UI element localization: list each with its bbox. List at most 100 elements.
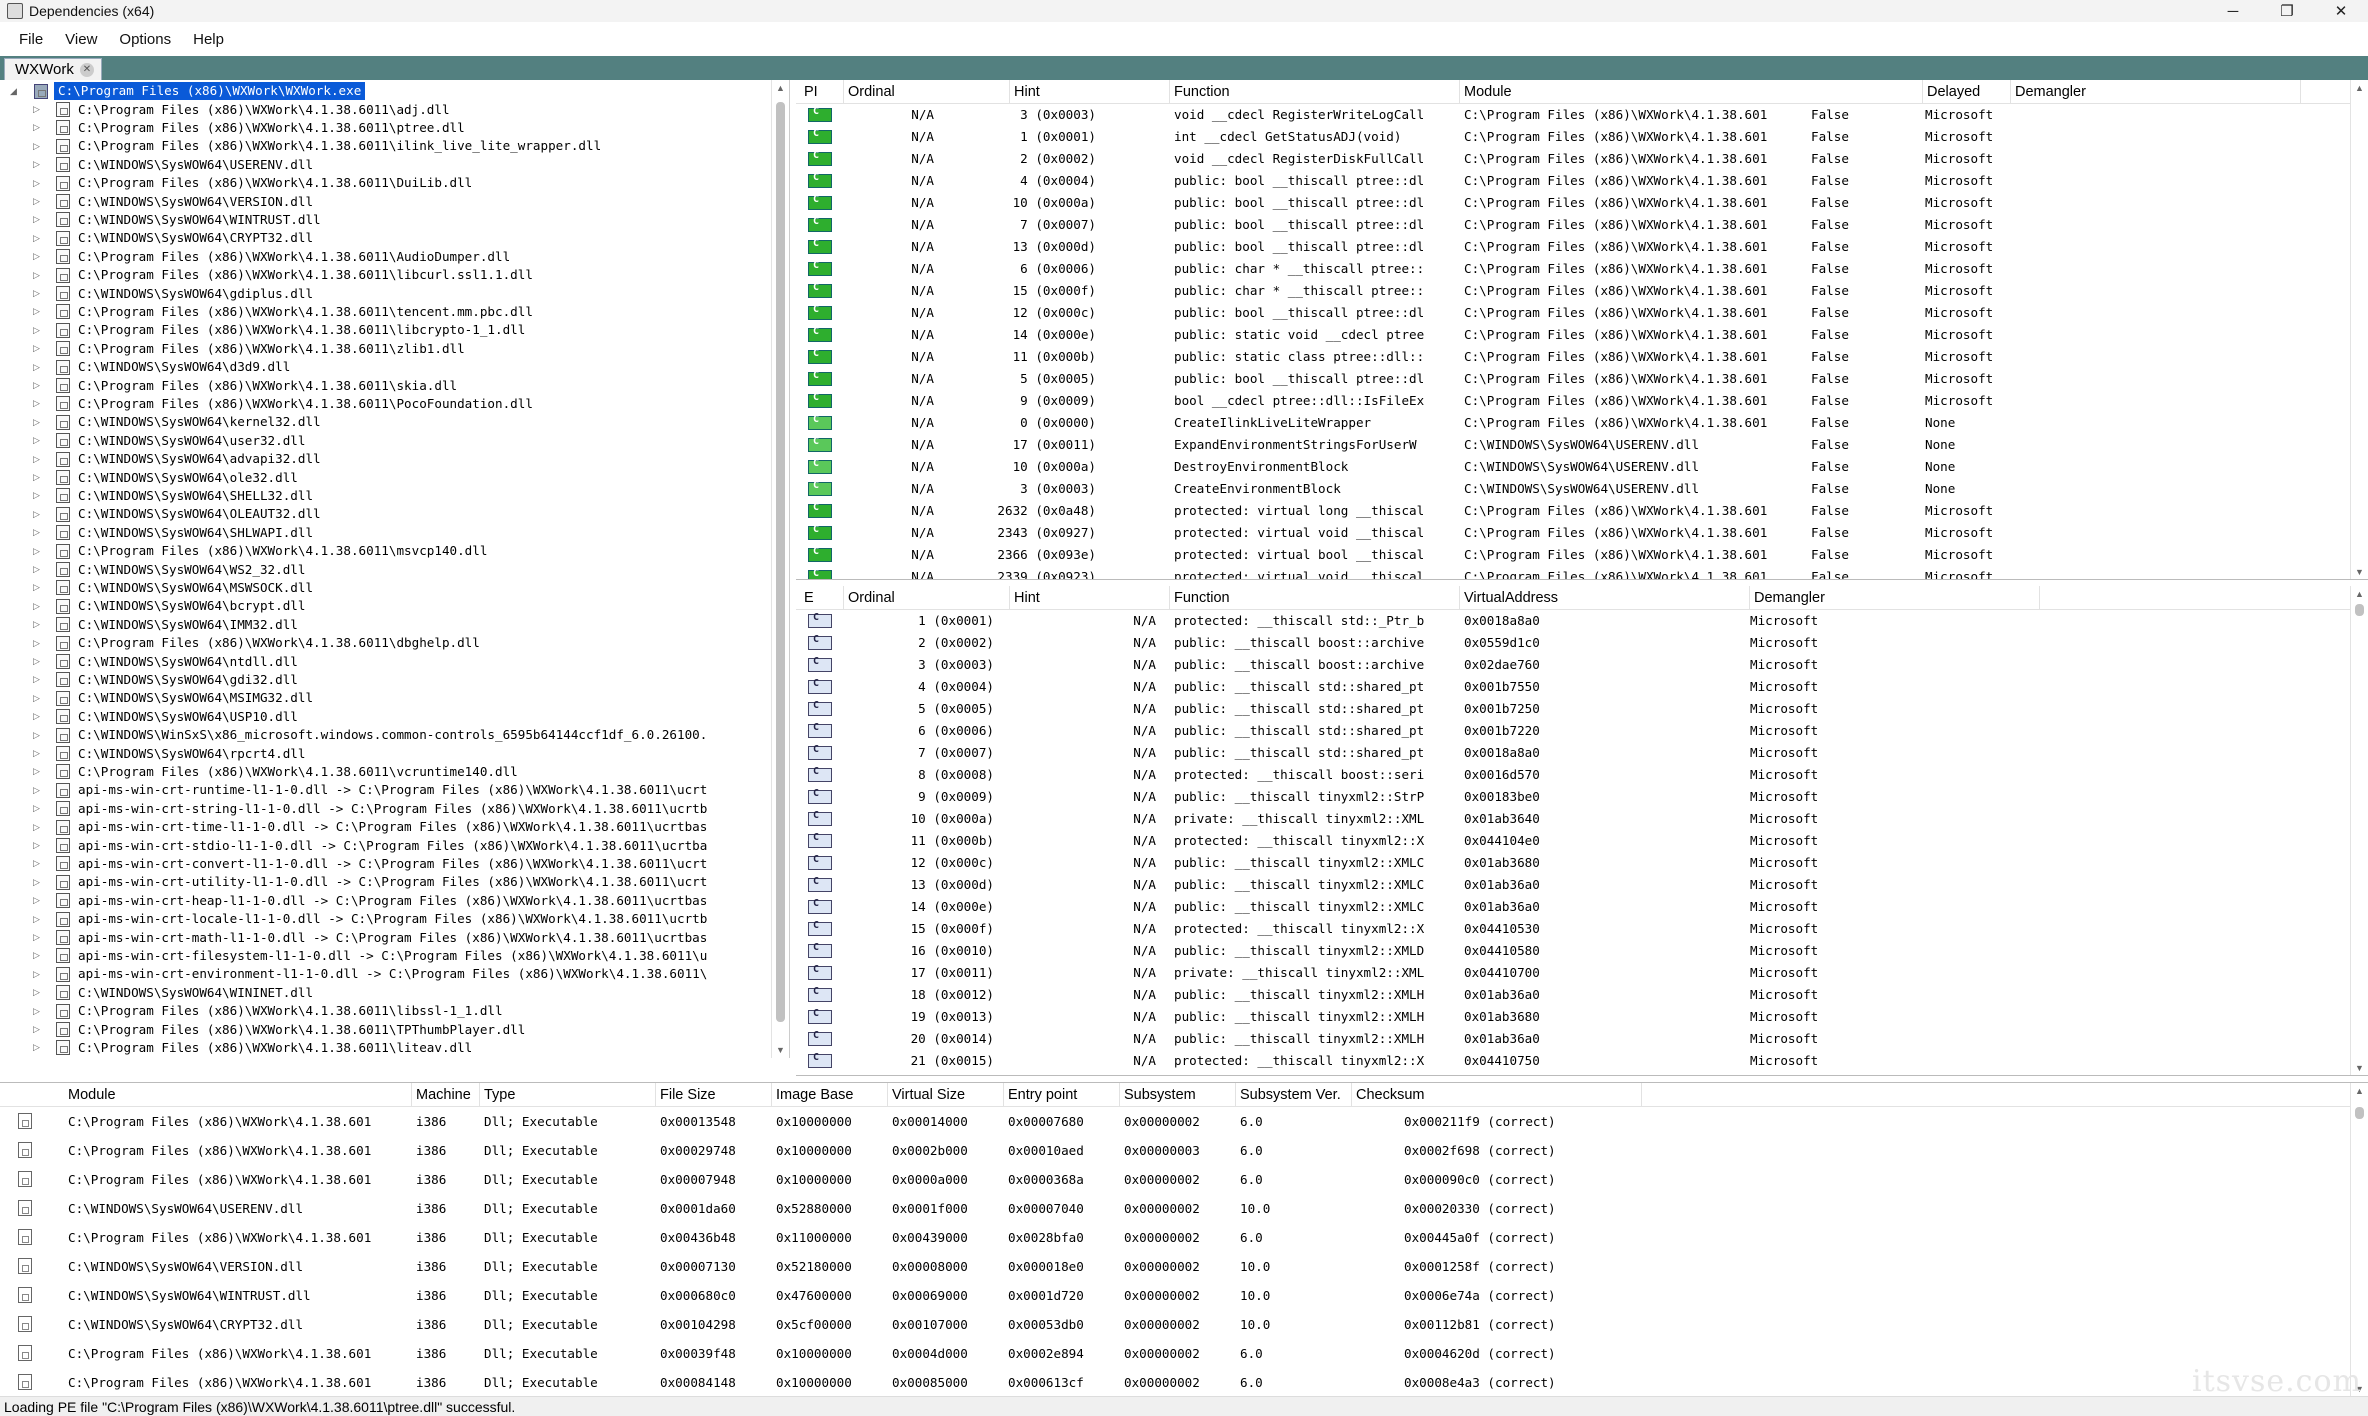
- tree-scrollbar[interactable]: ▲ ▼: [771, 80, 789, 1058]
- column-header-checksum[interactable]: Checksum: [1352, 1083, 1642, 1107]
- column-header-module[interactable]: Module: [1460, 80, 1923, 104]
- tree-item[interactable]: ▷ C:\Program Files (x86)\WXWork\4.1.38.60…: [0, 763, 772, 781]
- minimize-button[interactable]: ─: [2206, 0, 2260, 22]
- expand-icon[interactable]: ▷: [33, 950, 40, 961]
- tree-item[interactable]: ▷ C:\WINDOWS\SysWOW64\WININET.dll: [0, 984, 772, 1002]
- expand-icon[interactable]: ▷: [33, 288, 40, 299]
- expand-icon[interactable]: ▷: [33, 343, 40, 354]
- column-header-image-base[interactable]: Image Base: [772, 1083, 888, 1107]
- expand-icon[interactable]: ▷: [33, 380, 40, 391]
- table-row[interactable]: N/A 3 (0x0003) void __cdecl RegisterWriteL…: [796, 104, 2368, 126]
- expand-icon[interactable]: ▷: [33, 509, 40, 520]
- column-header-file-size[interactable]: File Size: [656, 1083, 772, 1107]
- tree-item[interactable]: ▷ C:\WINDOWS\SysWOW64\WINTRUST.dll: [0, 211, 772, 229]
- collapse-icon[interactable]: ◢: [10, 86, 17, 97]
- tree-item[interactable]: ▷ C:\WINDOWS\SysWOW64\SHELL32.dll: [0, 487, 772, 505]
- expand-icon[interactable]: ▷: [33, 711, 40, 722]
- column-header-hint[interactable]: Hint: [1010, 586, 1170, 610]
- document-tab[interactable]: WXWork ✕: [4, 58, 102, 80]
- column-header-function[interactable]: Function: [1170, 586, 1460, 610]
- table-row[interactable]: C:\Program Files (x86)\WXWork\4.1.38.601…: [0, 1223, 2368, 1252]
- tree-item[interactable]: ▷ C:\WINDOWS\SysWOW64\rpcrt4.dll: [0, 744, 772, 762]
- column-header-type[interactable]: Type: [480, 1083, 656, 1107]
- table-row[interactable]: N/A10 (0x000a)DestroyEnvironmentBlockC:\…: [796, 456, 2368, 478]
- tree-item[interactable]: ▷ C:\Program Files (x86)\WXWork\4.1.38.60…: [0, 174, 772, 192]
- expand-icon[interactable]: ▷: [33, 454, 40, 465]
- tree-item[interactable]: ▷ api-ms-win-crt-runtime-l1-1-0.dll -> C:…: [0, 781, 772, 799]
- tree-item[interactable]: ▷ api-ms-win-crt-math-l1-1-0.dll -> C:\Pr…: [0, 928, 772, 946]
- tree-item[interactable]: ▷ api-ms-win-crt-heap-l1-1-0.dll -> C:\Pr…: [0, 892, 772, 910]
- tree-item[interactable]: ▷ C:\Program Files (x86)\WXWork\4.1.38.60…: [0, 119, 772, 137]
- table-row[interactable]: C:\WINDOWS\SysWOW64\VERSION.dll i386 Dll; …: [0, 1252, 2368, 1281]
- modules-scroll-thumb[interactable]: [2355, 1107, 2364, 1119]
- tab-close-icon[interactable]: ✕: [79, 62, 94, 77]
- tree-item[interactable]: ▷ C:\WINDOWS\SysWOW64\CRYPT32.dll: [0, 229, 772, 247]
- tree-item[interactable]: ▷ C:\WINDOWS\SysWOW64\advapi32.dll: [0, 450, 772, 468]
- column-header-demangler[interactable]: Demangler: [2011, 80, 2301, 104]
- table-row[interactable]: 11 (0x000b) N/A protected: __thiscall tiny…: [796, 830, 2368, 852]
- tree-item[interactable]: ▷ C:\Program Files (x86)\WXWork\4.1.38.60…: [0, 1020, 772, 1038]
- table-row[interactable]: 6 (0x0006) N/A public: __thiscall std::sha…: [796, 720, 2368, 742]
- tree-item[interactable]: ▷ C:\WINDOWS\SysWOW64\d3d9.dll: [0, 358, 772, 376]
- scroll-down-icon[interactable]: ▼: [2351, 1060, 2368, 1075]
- table-row[interactable]: 17 (0x0011) N/A private: __thiscall tinyxm…: [796, 962, 2368, 984]
- expand-icon[interactable]: ▷: [33, 693, 40, 704]
- table-row[interactable]: 7 (0x0007) N/A public: __thiscall std::sha…: [796, 742, 2368, 764]
- tree-item[interactable]: ▷ C:\Program Files (x86)\WXWork\4.1.38.60…: [0, 266, 772, 284]
- expand-icon[interactable]: ▷: [33, 362, 40, 373]
- table-row[interactable]: N/A 2339 (0x0923) protected: virtual void …: [796, 566, 2368, 579]
- expand-icon[interactable]: ▷: [33, 1024, 40, 1035]
- column-header-module[interactable]: Module: [64, 1083, 412, 1107]
- tree-item[interactable]: ▷ C:\WINDOWS\SysWOW64\WS2_32.dll: [0, 560, 772, 578]
- expand-icon[interactable]: ▷: [33, 306, 40, 317]
- column-header-pi[interactable]: PI: [800, 80, 844, 104]
- table-row[interactable]: 18 (0x0012) N/A public: __thiscall tinyxml…: [796, 984, 2368, 1006]
- scroll-up-icon[interactable]: ▲: [2351, 80, 2368, 96]
- expand-icon[interactable]: ▷: [33, 104, 40, 115]
- tree-item[interactable]: ▷ C:\WINDOWS\SysWOW64\IMM32.dll: [0, 616, 772, 634]
- table-row[interactable]: 19 (0x0013) N/A public: __thiscall tinyxml…: [796, 1006, 2368, 1028]
- table-row[interactable]: 10 (0x000a) N/A private: __thiscall tinyxm…: [796, 808, 2368, 830]
- exports-scroll-thumb[interactable]: [2355, 604, 2364, 616]
- tree-item[interactable]: ▷ api-ms-win-crt-utility-l1-1-0.dll -> C:…: [0, 873, 772, 891]
- tree-item[interactable]: ▷ C:\Program Files (x86)\WXWork\4.1.38.60…: [0, 340, 772, 358]
- tree-item[interactable]: ▷ C:\WINDOWS\SysWOW64\MSWSOCK.dll: [0, 579, 772, 597]
- table-row[interactable]: 14 (0x000e) N/A public: __thiscall tinyxml…: [796, 896, 2368, 918]
- tree-item[interactable]: ▷ C:\Program Files (x86)\WXWork\4.1.38.60…: [0, 303, 772, 321]
- tree-item[interactable]: ▷ C:\Program Files (x86)\WXWork\4.1.38.60…: [0, 1039, 772, 1057]
- table-row[interactable]: 13 (0x000d) N/A public: __thiscall tinyxml…: [796, 874, 2368, 896]
- expand-icon[interactable]: ▷: [33, 1042, 40, 1053]
- expand-icon[interactable]: ▷: [33, 748, 40, 759]
- tree-item[interactable]: ▷ C:\Program Files (x86)\WXWork\4.1.38.60…: [0, 1002, 772, 1020]
- table-row[interactable]: 9 (0x0009) N/A public: __thiscall tinyxml2…: [796, 786, 2368, 808]
- expand-icon[interactable]: ▷: [33, 122, 40, 133]
- table-row[interactable]: 1 (0x0001) N/A protected: __thiscall std::…: [796, 610, 2368, 632]
- table-row[interactable]: N/A 1 (0x0001) int __cdecl GetStatusADJ(vo…: [796, 126, 2368, 148]
- column-header-function[interactable]: Function: [1170, 80, 1460, 104]
- table-row[interactable]: N/A 7 (0x0007) public: bool __thiscall ptr…: [796, 214, 2368, 236]
- table-row[interactable]: 15 (0x000f) N/A protected: __thiscall tiny…: [796, 918, 2368, 940]
- scroll-down-icon[interactable]: ▼: [772, 1042, 789, 1058]
- menu-view[interactable]: View: [54, 31, 108, 48]
- tree-item[interactable]: ▷ C:\Program Files (x86)\WXWork\4.1.38.60…: [0, 542, 772, 560]
- expand-icon[interactable]: ▷: [33, 895, 40, 906]
- table-row[interactable]: N/A 14 (0x000e) public: static void __cdec…: [796, 324, 2368, 346]
- tree-item[interactable]: ▷ api-ms-win-crt-convert-l1-1-0.dll -> C:…: [0, 855, 772, 873]
- table-row[interactable]: N/A 15 (0x000f) public: char * __thiscall …: [796, 280, 2368, 302]
- expand-icon[interactable]: ▷: [33, 159, 40, 170]
- tree-item[interactable]: ▷ api-ms-win-crt-environment-l1-1-0.dll -…: [0, 965, 772, 983]
- expand-icon[interactable]: ▷: [33, 270, 40, 281]
- tree-item[interactable]: ▷ C:\WINDOWS\SysWOW64\kernel32.dll: [0, 413, 772, 431]
- table-row[interactable]: C:\Program Files (x86)\WXWork\4.1.38.601…: [0, 1339, 2368, 1368]
- expand-icon[interactable]: ▷: [33, 196, 40, 207]
- expand-icon[interactable]: ▷: [33, 1006, 40, 1017]
- tree-item[interactable]: ▷ C:\WINDOWS\SysWOW64\gdiplus.dll: [0, 284, 772, 302]
- expand-icon[interactable]: ▷: [33, 233, 40, 244]
- column-header-demangler[interactable]: Demangler: [1750, 586, 2040, 610]
- table-row[interactable]: 21 (0x0015) N/A protected: __thiscall tiny…: [796, 1050, 2368, 1072]
- scroll-up-icon[interactable]: ▲: [2351, 586, 2368, 602]
- column-header-hint[interactable]: Hint: [1010, 80, 1170, 104]
- table-row[interactable]: N/A 5 (0x0005) public: bool __thiscall ptr…: [796, 368, 2368, 390]
- expand-icon[interactable]: ▷: [33, 178, 40, 189]
- tree-scroll-thumb[interactable]: [776, 102, 785, 1022]
